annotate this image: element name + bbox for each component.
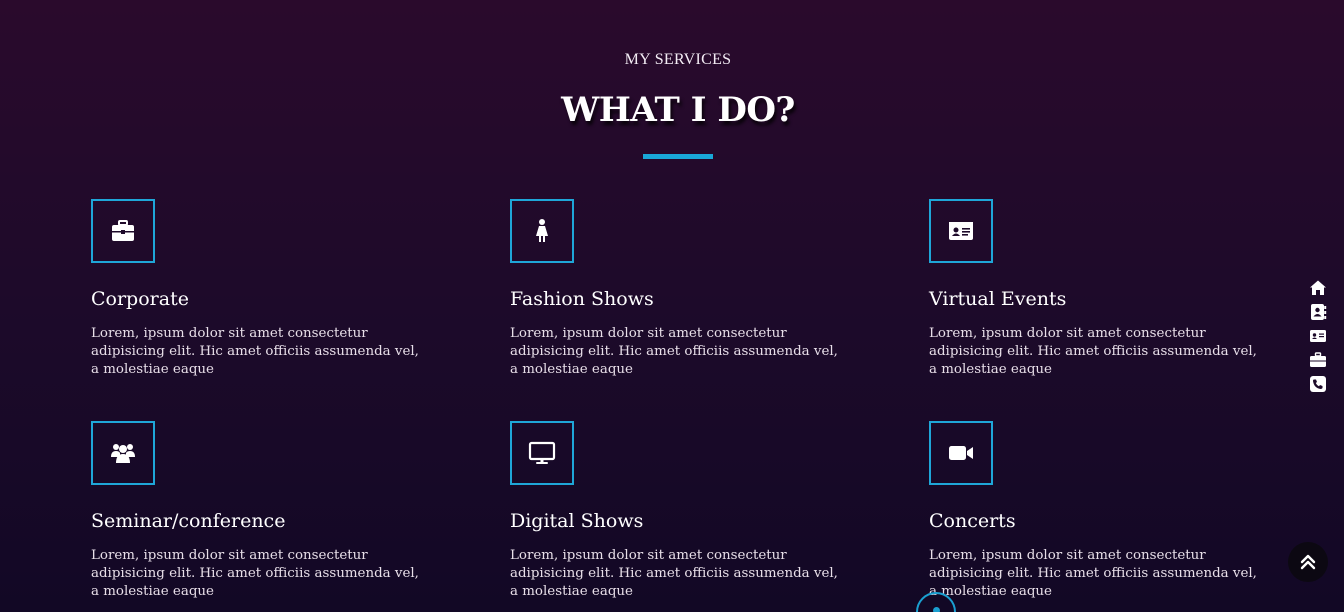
service-title: Concerts	[929, 510, 1016, 532]
service-description: Lorem, ipsum dolor sit amet consectetur …	[929, 548, 1257, 599]
service-card-digital-shows: Digital Shows Lorem, ipsum dolor sit ame…	[510, 421, 870, 601]
monitor-icon	[528, 441, 556, 464]
service-title: Virtual Events	[929, 288, 1067, 310]
service-card-seminar-conference: Seminar/conference Lorem, ipsum dolor si…	[91, 421, 451, 601]
back-to-top-button[interactable]	[1288, 542, 1328, 582]
service-title: Fashion Shows	[510, 288, 654, 310]
users-icon	[111, 444, 135, 463]
id-card-icon	[1310, 330, 1326, 342]
service-card-fashion-shows: Fashion Shows Lorem, ipsum dolor sit ame…	[510, 199, 870, 379]
side-nav-contact[interactable]	[1308, 374, 1328, 394]
service-title: Seminar/conference	[91, 510, 286, 532]
service-card-concerts: Concerts Lorem, ipsum dolor sit amet con…	[929, 421, 1289, 601]
service-description: Lorem, ipsum dolor sit amet consectetur …	[929, 326, 1257, 377]
side-nav-about[interactable]	[1308, 302, 1328, 322]
section-title: WHAT I DO?	[561, 90, 795, 130]
side-nav-services[interactable]	[1308, 350, 1328, 370]
home-icon	[1310, 280, 1326, 295]
service-description: Lorem, ipsum dolor sit amet consectetur …	[510, 548, 838, 599]
video-camera-icon	[949, 446, 973, 460]
section-eyebrow: MY SERVICES	[624, 51, 732, 68]
service-icon-box	[91, 199, 155, 263]
id-card-icon	[949, 222, 973, 240]
female-figure-icon	[536, 219, 548, 242]
service-description: Lorem, ipsum dolor sit amet consectetur …	[510, 326, 838, 377]
service-description: Lorem, ipsum dolor sit amet consectetur …	[91, 548, 419, 599]
service-icon-box	[510, 421, 574, 485]
side-nav-home[interactable]	[1308, 278, 1328, 298]
service-icon-box	[929, 199, 993, 263]
service-icon-box	[510, 199, 574, 263]
side-nav	[1308, 278, 1332, 398]
address-book-icon	[1311, 304, 1327, 320]
side-nav-resume[interactable]	[1308, 326, 1328, 346]
service-title: Corporate	[91, 288, 189, 310]
service-title: Digital Shows	[510, 510, 644, 532]
briefcase-icon	[1310, 352, 1326, 367]
service-icon-box	[929, 421, 993, 485]
phone-icon	[1310, 376, 1326, 392]
service-card-virtual-events: Virtual Events Lorem, ipsum dolor sit am…	[929, 199, 1289, 379]
double-chevron-up-icon	[1300, 554, 1316, 570]
service-icon-box	[91, 421, 155, 485]
briefcase-icon	[112, 220, 134, 241]
service-description: Lorem, ipsum dolor sit amet consectetur …	[91, 326, 419, 377]
title-underline	[643, 154, 713, 159]
scroll-indicator-dot	[933, 607, 940, 612]
service-card-corporate: Corporate Lorem, ipsum dolor sit amet co…	[91, 199, 451, 379]
